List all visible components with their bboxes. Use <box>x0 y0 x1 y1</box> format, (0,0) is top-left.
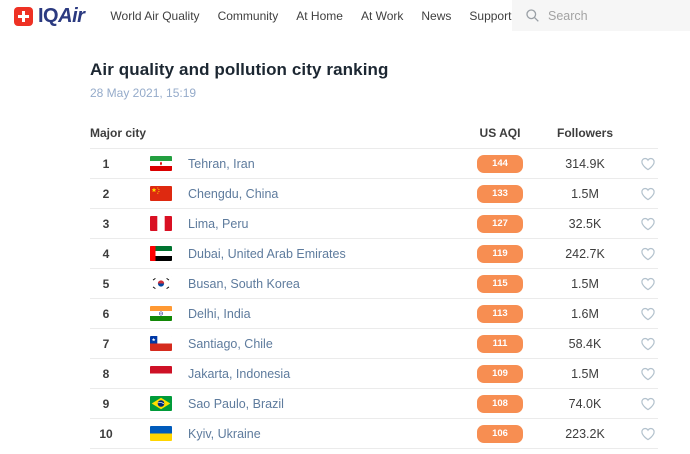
rank-number: 1 <box>90 157 122 171</box>
search-icon <box>525 8 540 23</box>
city-link[interactable]: Delhi, India <box>188 307 460 321</box>
aqi-badge: 106 <box>477 425 523 443</box>
followers-count: 58.4K <box>540 337 630 351</box>
city-link[interactable]: Lima, Peru <box>188 217 460 231</box>
table-row[interactable]: 7 Santiago, Chile 111 58.4K <box>90 328 658 358</box>
followers-count: 223.2K <box>540 427 630 441</box>
table-row[interactable]: 8 Jakarta, Indonesia 109 1.5M <box>90 358 658 388</box>
flag-south-korea-icon <box>150 276 172 291</box>
follow-heart-icon[interactable] <box>640 366 656 382</box>
table-row[interactable]: 9 Sao Paulo, Brazil 108 74.0K <box>90 388 658 418</box>
rank-number: 10 <box>90 427 122 441</box>
nav-item-at-work[interactable]: At Work <box>352 9 412 23</box>
rank-number: 6 <box>90 307 122 321</box>
table-header-row: Major city US AQI Followers <box>90 118 658 148</box>
table-row[interactable]: 10 Kyiv, Ukraine 106 223.2K <box>90 418 658 448</box>
table-row[interactable]: 4 Dubai, United Arab Emirates 119 242.7K <box>90 238 658 268</box>
aqi-badge: 109 <box>477 365 523 383</box>
flag-brazil-icon <box>150 396 172 411</box>
rank-number: 9 <box>90 397 122 411</box>
aqi-badge: 127 <box>477 215 523 233</box>
flag-peru-icon <box>150 216 172 231</box>
timestamp: 28 May 2021, 15:19 <box>90 86 658 100</box>
followers-count: 32.5K <box>540 217 630 231</box>
followers-count: 314.9K <box>540 157 630 171</box>
city-ranking-rows: 1 Tehran, Iran 144 314.9K 2 Chengdu, Chi… <box>90 148 658 449</box>
rank-number: 5 <box>90 277 122 291</box>
flag-china-icon <box>150 186 172 201</box>
swiss-cross-icon <box>14 7 33 26</box>
main-content: Air quality and pollution city ranking 2… <box>0 32 690 449</box>
city-link[interactable]: Kyiv, Ukraine <box>188 427 460 441</box>
follow-heart-icon[interactable] <box>640 276 656 292</box>
column-header-us-aqi: US AQI <box>460 126 540 140</box>
follow-heart-icon[interactable] <box>640 426 656 442</box>
aqi-badge: 111 <box>477 335 523 353</box>
rank-number: 7 <box>90 337 122 351</box>
follow-heart-icon[interactable] <box>640 216 656 232</box>
city-link[interactable]: Sao Paulo, Brazil <box>188 397 460 411</box>
followers-count: 242.7K <box>540 247 630 261</box>
city-link[interactable]: Dubai, United Arab Emirates <box>188 247 460 261</box>
iqair-logo[interactable]: IQAir <box>14 5 84 28</box>
city-link[interactable]: Chengdu, China <box>188 187 460 201</box>
table-row[interactable]: 5 Busan, South Korea 115 1.5M <box>90 268 658 298</box>
table-row[interactable]: 6 Delhi, India 113 1.6M <box>90 298 658 328</box>
main-nav: World Air QualityCommunityAt HomeAt Work… <box>101 9 520 23</box>
search-bar[interactable] <box>512 0 690 31</box>
brand-wordmark: IQAir <box>38 5 84 28</box>
follow-heart-icon[interactable] <box>640 246 656 262</box>
aqi-badge: 119 <box>477 245 523 263</box>
flag-indonesia-icon <box>150 366 172 381</box>
rank-number: 3 <box>90 217 122 231</box>
rank-number: 8 <box>90 367 122 381</box>
flag-ukraine-icon <box>150 426 172 441</box>
rank-number: 4 <box>90 247 122 261</box>
aqi-badge: 133 <box>477 185 523 203</box>
flag-uae-icon <box>150 246 172 261</box>
city-link[interactable]: Jakarta, Indonesia <box>188 367 460 381</box>
city-ranking-table: Major city US AQI Followers 1 Tehran, Ir… <box>90 118 658 449</box>
followers-count: 1.5M <box>540 277 630 291</box>
follow-heart-icon[interactable] <box>640 156 656 172</box>
nav-item-world-air-quality[interactable]: World Air Quality <box>101 9 208 23</box>
page-title: Air quality and pollution city ranking <box>90 60 658 80</box>
followers-count: 74.0K <box>540 397 630 411</box>
followers-count: 1.5M <box>540 367 630 381</box>
city-link[interactable]: Busan, South Korea <box>188 277 460 291</box>
followers-count: 1.6M <box>540 307 630 321</box>
follow-heart-icon[interactable] <box>640 306 656 322</box>
aqi-badge: 144 <box>477 155 523 173</box>
rank-number: 2 <box>90 187 122 201</box>
nav-item-at-home[interactable]: At Home <box>287 9 352 23</box>
column-header-major-city: Major city <box>90 126 460 140</box>
follow-heart-icon[interactable] <box>640 186 656 202</box>
aqi-badge: 113 <box>477 305 523 323</box>
city-link[interactable]: Tehran, Iran <box>188 157 460 171</box>
follow-heart-icon[interactable] <box>640 396 656 412</box>
iqair-city-ranking-page: { "header": { "brand": { "iq": "IQ", "ai… <box>0 0 690 454</box>
aqi-badge: 115 <box>477 275 523 293</box>
top-navigation-bar: IQAir World Air QualityCommunityAt HomeA… <box>0 0 690 32</box>
table-row[interactable]: 3 Lima, Peru 127 32.5K <box>90 208 658 238</box>
nav-item-news[interactable]: News <box>412 9 460 23</box>
table-row[interactable]: 2 Chengdu, China 133 1.5M <box>90 178 658 208</box>
flag-iran-icon <box>150 156 172 171</box>
flag-india-icon <box>150 306 172 321</box>
followers-count: 1.5M <box>540 187 630 201</box>
city-link[interactable]: Santiago, Chile <box>188 337 460 351</box>
flag-chile-icon <box>150 336 172 351</box>
follow-heart-icon[interactable] <box>640 336 656 352</box>
nav-item-community[interactable]: Community <box>209 9 288 23</box>
search-input[interactable] <box>548 9 678 23</box>
table-row[interactable]: 1 Tehran, Iran 144 314.9K <box>90 148 658 178</box>
aqi-badge: 108 <box>477 395 523 413</box>
column-header-followers: Followers <box>540 126 630 140</box>
